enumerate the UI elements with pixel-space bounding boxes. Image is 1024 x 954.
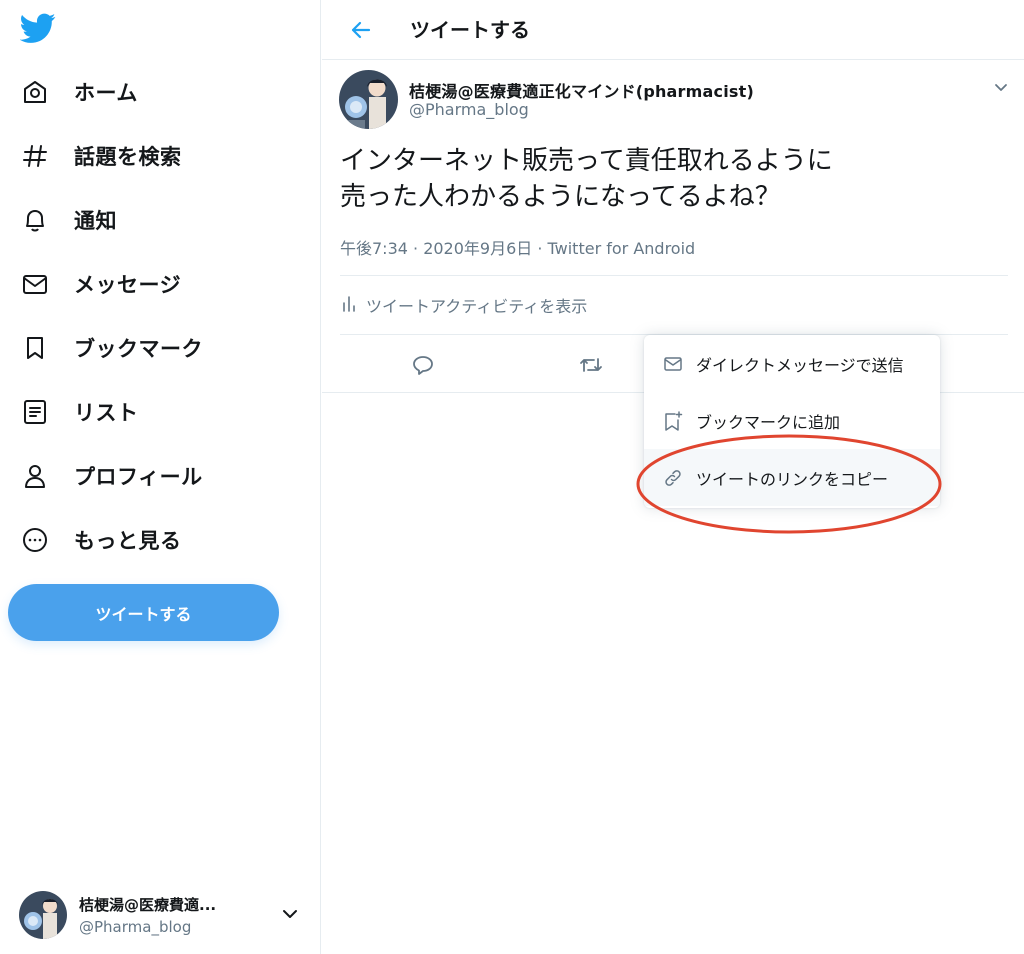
envelope-icon — [662, 353, 684, 375]
sidebar-item-label: 話題を検索 — [74, 145, 182, 169]
menu-item-send-dm[interactable]: ダイレクトメッセージで送信 — [644, 335, 940, 392]
page-title: ツイートする — [410, 18, 530, 42]
tweet-text-line: 売った人わかるようになってるよね？ — [340, 182, 781, 212]
tweet-text-line: インターネット販売って責任取れるように — [340, 146, 833, 176]
menu-item-label: ツイートのリンクをコピー — [696, 469, 889, 489]
avatar — [19, 891, 67, 939]
envelope-icon — [18, 267, 52, 301]
bookmark-icon — [18, 331, 52, 365]
menu-item-copy-link[interactable]: ツイートのリンクをコピー — [644, 449, 940, 506]
sidebar-item-label: ホーム — [74, 81, 138, 105]
person-icon — [18, 459, 52, 493]
account-display-name: 桔梗湯@医療費適... — [79, 896, 217, 914]
sidebar-item-label: メッセージ — [74, 273, 182, 297]
sidebar-item-explore[interactable]: 話題を検索 — [18, 132, 182, 180]
sidebar-item-more[interactable]: もっと見る — [18, 516, 182, 564]
tweet-activity-link[interactable]: ツイートアクティビティを表示 — [340, 292, 587, 318]
account-handle: @Pharma_blog — [79, 918, 192, 936]
sidebar-item-label: プロフィール — [74, 465, 203, 489]
link-icon — [662, 467, 684, 489]
chevron-down-icon — [280, 904, 300, 928]
reply-icon[interactable] — [406, 348, 440, 382]
page-header: ツイートする — [322, 0, 1024, 60]
list-icon — [18, 395, 52, 429]
twitter-bird-icon[interactable] — [19, 10, 56, 46]
tweet-author-name[interactable]: 桔梗湯@医療費適正化マインド(pharmacist) — [409, 78, 754, 102]
retweet-icon[interactable] — [574, 348, 608, 382]
tweet-activity-label: ツイートアクティビティを表示 — [366, 297, 588, 316]
tweet-author-handle[interactable]: @Pharma_blog — [409, 100, 529, 119]
sidebar-item-label: もっと見る — [74, 529, 182, 553]
sidebar-item-home[interactable]: ホーム — [18, 68, 138, 116]
sidebar: ホーム 話題を検索 通知 メッセージ ブックマーク リスト プロフィール もっと… — [0, 0, 321, 954]
sidebar-item-label: 通知 — [74, 209, 117, 233]
sidebar-item-label: リスト — [74, 401, 139, 425]
tweet-timestamp[interactable]: 午後7:34 · 2020年9月6日 · Twitter for Android — [340, 235, 695, 259]
bar-chart-icon — [340, 293, 358, 317]
sidebar-item-lists[interactable]: リスト — [18, 388, 139, 436]
hashtag-icon — [18, 139, 52, 173]
sidebar-item-profile[interactable]: プロフィール — [18, 452, 203, 500]
arrow-left-icon[interactable] — [344, 13, 378, 47]
account-switcher[interactable]: 桔梗湯@医療費適... @Pharma_blog — [14, 884, 310, 946]
bookmark-add-icon — [662, 410, 684, 432]
share-menu: ダイレクトメッセージで送信 ブックマークに追加 ツイートのリンクをコピー — [644, 335, 940, 508]
menu-item-label: ダイレクトメッセージで送信 — [696, 355, 904, 375]
sidebar-item-messages[interactable]: メッセージ — [18, 260, 181, 308]
divider — [340, 275, 1008, 276]
main-column: ツイートする 桔梗湯@医療費適正化マインド(pharmacist) @Pharm… — [322, 0, 1024, 954]
tweet-button[interactable]: ツイートする — [8, 584, 279, 641]
menu-item-label: ブックマークに追加 — [696, 412, 841, 432]
chevron-down-icon[interactable] — [992, 78, 1010, 100]
sidebar-item-notifications[interactable]: 通知 — [18, 196, 117, 244]
more-icon — [18, 523, 52, 557]
bell-icon — [18, 203, 52, 237]
avatar[interactable] — [339, 70, 398, 129]
sidebar-item-bookmarks[interactable]: ブックマーク — [18, 324, 203, 372]
tweet-text: インターネット販売って責任取れるように 売った人わかるようになってるよね？ — [340, 143, 1000, 215]
menu-item-add-bookmark[interactable]: ブックマークに追加 — [644, 392, 940, 449]
sidebar-item-label: ブックマーク — [74, 337, 203, 361]
home-icon — [18, 75, 52, 109]
